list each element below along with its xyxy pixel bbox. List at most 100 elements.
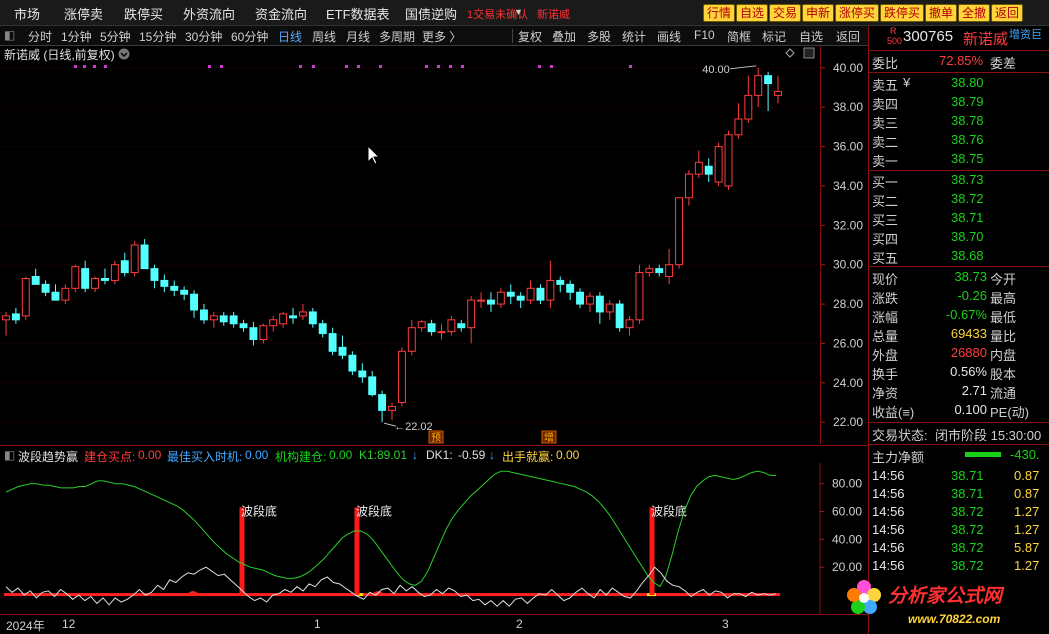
indicator-jigou-value: 0.00: [329, 448, 353, 462]
mouse-cursor-icon: [367, 144, 381, 165]
candle-up: [477, 299, 486, 302]
candle-down: [249, 327, 258, 340]
menu-item-reverse-repo[interactable]: 国债逆购: [405, 4, 457, 23]
signal-dot: [208, 65, 211, 68]
stock-tag[interactable]: 增资巨: [1009, 26, 1042, 42]
menu-item-foreign-flow[interactable]: 外资流向: [183, 4, 235, 23]
stat-value: 0.56%: [950, 364, 987, 379]
price-axis-label: 24.00: [833, 376, 863, 390]
candle-down: [368, 376, 377, 396]
ask-row[interactable]: 卖一 38.75: [869, 150, 1049, 169]
tool-multi-stock[interactable]: 多股: [587, 28, 611, 45]
toolbar-back-button[interactable]: 返回: [991, 4, 1024, 22]
candle-up: [714, 146, 723, 183]
candle-up: [694, 161, 703, 175]
candle-down: [427, 323, 436, 333]
signal-dot: [345, 65, 348, 68]
period-more[interactable]: 更多 〉: [422, 28, 461, 45]
candle-up: [130, 244, 139, 274]
toolbar-cancel-all-button[interactable]: 全撤: [958, 4, 991, 22]
stat-label: 量比: [990, 329, 1017, 344]
candle-up: [467, 299, 476, 329]
baseline-band: [4, 593, 780, 597]
period-5min[interactable]: 5分钟: [100, 28, 131, 45]
candle-up: [447, 319, 456, 333]
toolbar-quote-button[interactable]: 行情: [703, 4, 736, 22]
tick-time: 14:56: [872, 522, 905, 537]
weibi-value: 72.85%: [939, 53, 984, 68]
period-30min[interactable]: 30分钟: [185, 28, 222, 45]
candle-up: [684, 173, 693, 199]
bid-row[interactable]: 买二 38.72: [869, 190, 1049, 209]
tool-watchlist[interactable]: 自选: [799, 28, 823, 45]
net-flow-label: 主力净额: [872, 450, 925, 465]
tick-price: 38.72: [951, 540, 984, 555]
period-multi[interactable]: 多周期: [379, 28, 415, 45]
ask-row[interactable]: 卖五 ¥38.80: [869, 74, 1049, 93]
tool-back[interactable]: 返回: [836, 28, 860, 45]
indicator-dk1-value: -0.59: [458, 448, 486, 462]
bid-row[interactable]: 买三 38.71: [869, 209, 1049, 228]
period-intraday[interactable]: 分时: [28, 28, 52, 45]
candle-up: [388, 405, 396, 411]
tool-statistics[interactable]: 统计: [622, 28, 646, 45]
ask-row[interactable]: 卖二 38.76: [869, 131, 1049, 150]
period-monthly[interactable]: 月线: [346, 28, 370, 45]
bid-row[interactable]: 买四 38.70: [869, 228, 1049, 247]
bottom-signal-label: 波段底: [356, 504, 392, 519]
signal-dot: [104, 65, 107, 68]
ask-row[interactable]: 卖三 38.78: [869, 112, 1049, 131]
ask-row[interactable]: 卖四 38.79: [869, 93, 1049, 112]
toolbar-cancel-order-button[interactable]: 撤单: [925, 4, 958, 22]
period-weekly[interactable]: 周线: [312, 28, 336, 45]
candle-up: [91, 277, 100, 289]
bid-row[interactable]: 买一 38.73: [869, 171, 1049, 190]
indicator-axis-label: 80.00: [832, 477, 862, 491]
toolbar-watchlist-button[interactable]: 自选: [736, 4, 769, 22]
price-axis-label: 26.00: [833, 336, 863, 350]
tick-volume: 1.27: [1014, 558, 1040, 573]
period-15min[interactable]: 15分钟: [139, 28, 176, 45]
chart-title-menu-icon[interactable]: [118, 48, 130, 60]
menu-item-capital-flow[interactable]: 资金流向: [255, 4, 307, 23]
toolbar-trade-button[interactable]: 交易: [769, 4, 802, 22]
toolbar-limit-up-buy-button[interactable]: 涨停买: [835, 4, 880, 22]
event-marker[interactable]: 增: [544, 431, 554, 444]
chevron-down-icon[interactable]: ▼: [514, 7, 523, 17]
signal-dot: [550, 65, 553, 68]
period-1min[interactable]: 1分钟: [61, 28, 92, 45]
candle-down: [289, 315, 297, 319]
period-daily[interactable]: 日线: [278, 28, 302, 45]
low-label: ←22.02: [394, 421, 433, 433]
candle-up: [269, 319, 278, 327]
diamond-icon[interactable]: [785, 48, 795, 58]
menu-item-limit-down-buy[interactable]: 跌停买: [124, 4, 163, 23]
stat-row: 收益(≡) 0.100 PE(动): [869, 401, 1049, 420]
tool-simple-frame[interactable]: 简框: [727, 28, 751, 45]
tool-f10[interactable]: F10: [694, 28, 715, 42]
menu-item-market[interactable]: 市场: [14, 4, 40, 23]
period-60min[interactable]: 60分钟: [231, 28, 268, 45]
indicator-toggle-icon[interactable]: ◧: [4, 448, 15, 462]
event-marker[interactable]: 预: [431, 432, 441, 444]
panel-toggle-icon[interactable]: ◧: [4, 28, 15, 42]
menu-item-etf-table[interactable]: ETF数据表: [326, 4, 390, 23]
candle-up: [21, 277, 30, 317]
indicator-dk1-label: DK1:: [426, 448, 453, 462]
tool-mark[interactable]: 标记: [762, 28, 786, 45]
menu-bar: 市场 涨停卖 跌停买 外资流向 资金流向 ETF数据表 国债逆购 1交易未确认 …: [0, 0, 1049, 26]
toolbar-limit-down-buy-button[interactable]: 跌停买: [880, 4, 925, 22]
tick-volume: 1.27: [1014, 522, 1040, 537]
toolbar-ipo-button[interactable]: 申新: [802, 4, 835, 22]
watermark-logo: 分析家公式网 www.70822.com: [840, 578, 1049, 634]
indicator-chart[interactable]: 波段底 波段底 波段底 20.00 40.00 60.00 80.00: [0, 463, 868, 614]
candlestick-chart[interactable]: 新诺威 (日线,前复权) 40.00 ←22.02预 增: [0, 46, 820, 444]
time-axis-month-label: 2: [516, 617, 523, 631]
tool-adjust[interactable]: 复权: [518, 28, 542, 45]
tool-draw[interactable]: 画线: [657, 28, 681, 45]
tool-overlay[interactable]: 叠加: [552, 28, 576, 45]
candle-up: [774, 90, 782, 96]
bid-row[interactable]: 买五 38.68: [869, 247, 1049, 266]
chart-expand-icon[interactable]: [803, 47, 815, 59]
menu-item-limit-up-sell[interactable]: 涨停卖: [64, 4, 103, 23]
